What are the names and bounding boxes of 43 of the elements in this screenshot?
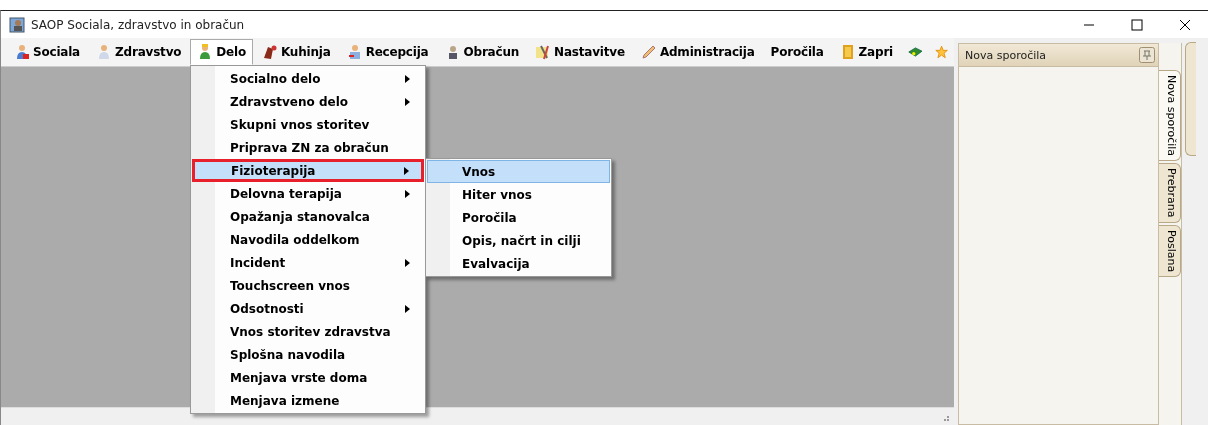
pencil-icon [640, 44, 657, 60]
person-icon [346, 44, 363, 60]
menu-entry[interactable]: Odsotnosti [192, 297, 424, 320]
menu-entry[interactable]: Delovna terapija [192, 182, 424, 205]
menu-entry[interactable]: Splošna navodila [192, 343, 424, 366]
tools-icon [535, 44, 552, 60]
vertical-tab[interactable]: Nova sporočila [1159, 70, 1181, 162]
menu-entry[interactable]: Evalvacija [427, 252, 610, 275]
window-title: SAOP Sociala, zdravstvo in obračun [31, 17, 245, 32]
menu-entry[interactable]: Poročila [427, 206, 610, 229]
menu-entry[interactable]: Vnos storitev zdravstva [192, 320, 424, 343]
menu-entry[interactable]: Socialno delo [192, 67, 424, 90]
panel-title: Nova sporočila [965, 48, 1048, 62]
menu-entry[interactable]: Touchscreen vnos [192, 274, 424, 297]
vertical-tab[interactable] [1185, 42, 1196, 156]
menu-item[interactable]: Administracija [633, 39, 762, 65]
menu-item[interactable]: Poročila [763, 39, 831, 65]
menu-item[interactable]: Obračun [437, 39, 527, 65]
menu-item[interactable]: Sociala [7, 39, 88, 65]
menu-item[interactable]: Zapri [832, 39, 901, 65]
menu-entry[interactable]: Menjava izmene [192, 389, 424, 412]
pin-icon[interactable] [1139, 47, 1155, 63]
menu-entry[interactable]: Opažanja stanovalca [192, 205, 424, 228]
menu-entry[interactable]: Zdravstveno delo [192, 90, 424, 113]
menu-entry[interactable]: Hiter vnos [427, 183, 610, 206]
menu-entry[interactable]: Opis, načrt in cilji [427, 229, 610, 252]
menu-entry[interactable]: Skupni vnos storitev [192, 113, 424, 136]
star-icon[interactable] [934, 44, 948, 60]
person-icon [14, 44, 30, 60]
menu-entry[interactable]: Fizioterapija [192, 159, 424, 182]
menu-entry[interactable]: Priprava ZN za obračun [192, 136, 424, 159]
menu-item[interactable]: Kuhinja [255, 39, 338, 65]
menu-item[interactable]: Zdravstvo [89, 39, 189, 65]
menu-entry[interactable]: Incident [192, 251, 424, 274]
menu-entry[interactable]: Vnos [427, 160, 610, 183]
vertical-tab[interactable]: Poslana [1159, 224, 1181, 277]
menu-item[interactable]: Nastavitve [528, 39, 632, 65]
menu-entry[interactable]: Navodila oddelkom [192, 228, 424, 251]
menu-item[interactable]: Recepcija [339, 39, 436, 65]
menu-entry[interactable]: Menjava vrste doma [192, 366, 424, 389]
menu-item[interactable]: Delo [190, 39, 253, 65]
app-icon [9, 16, 25, 33]
vertical-tab[interactable]: Prebrana [1159, 163, 1181, 223]
